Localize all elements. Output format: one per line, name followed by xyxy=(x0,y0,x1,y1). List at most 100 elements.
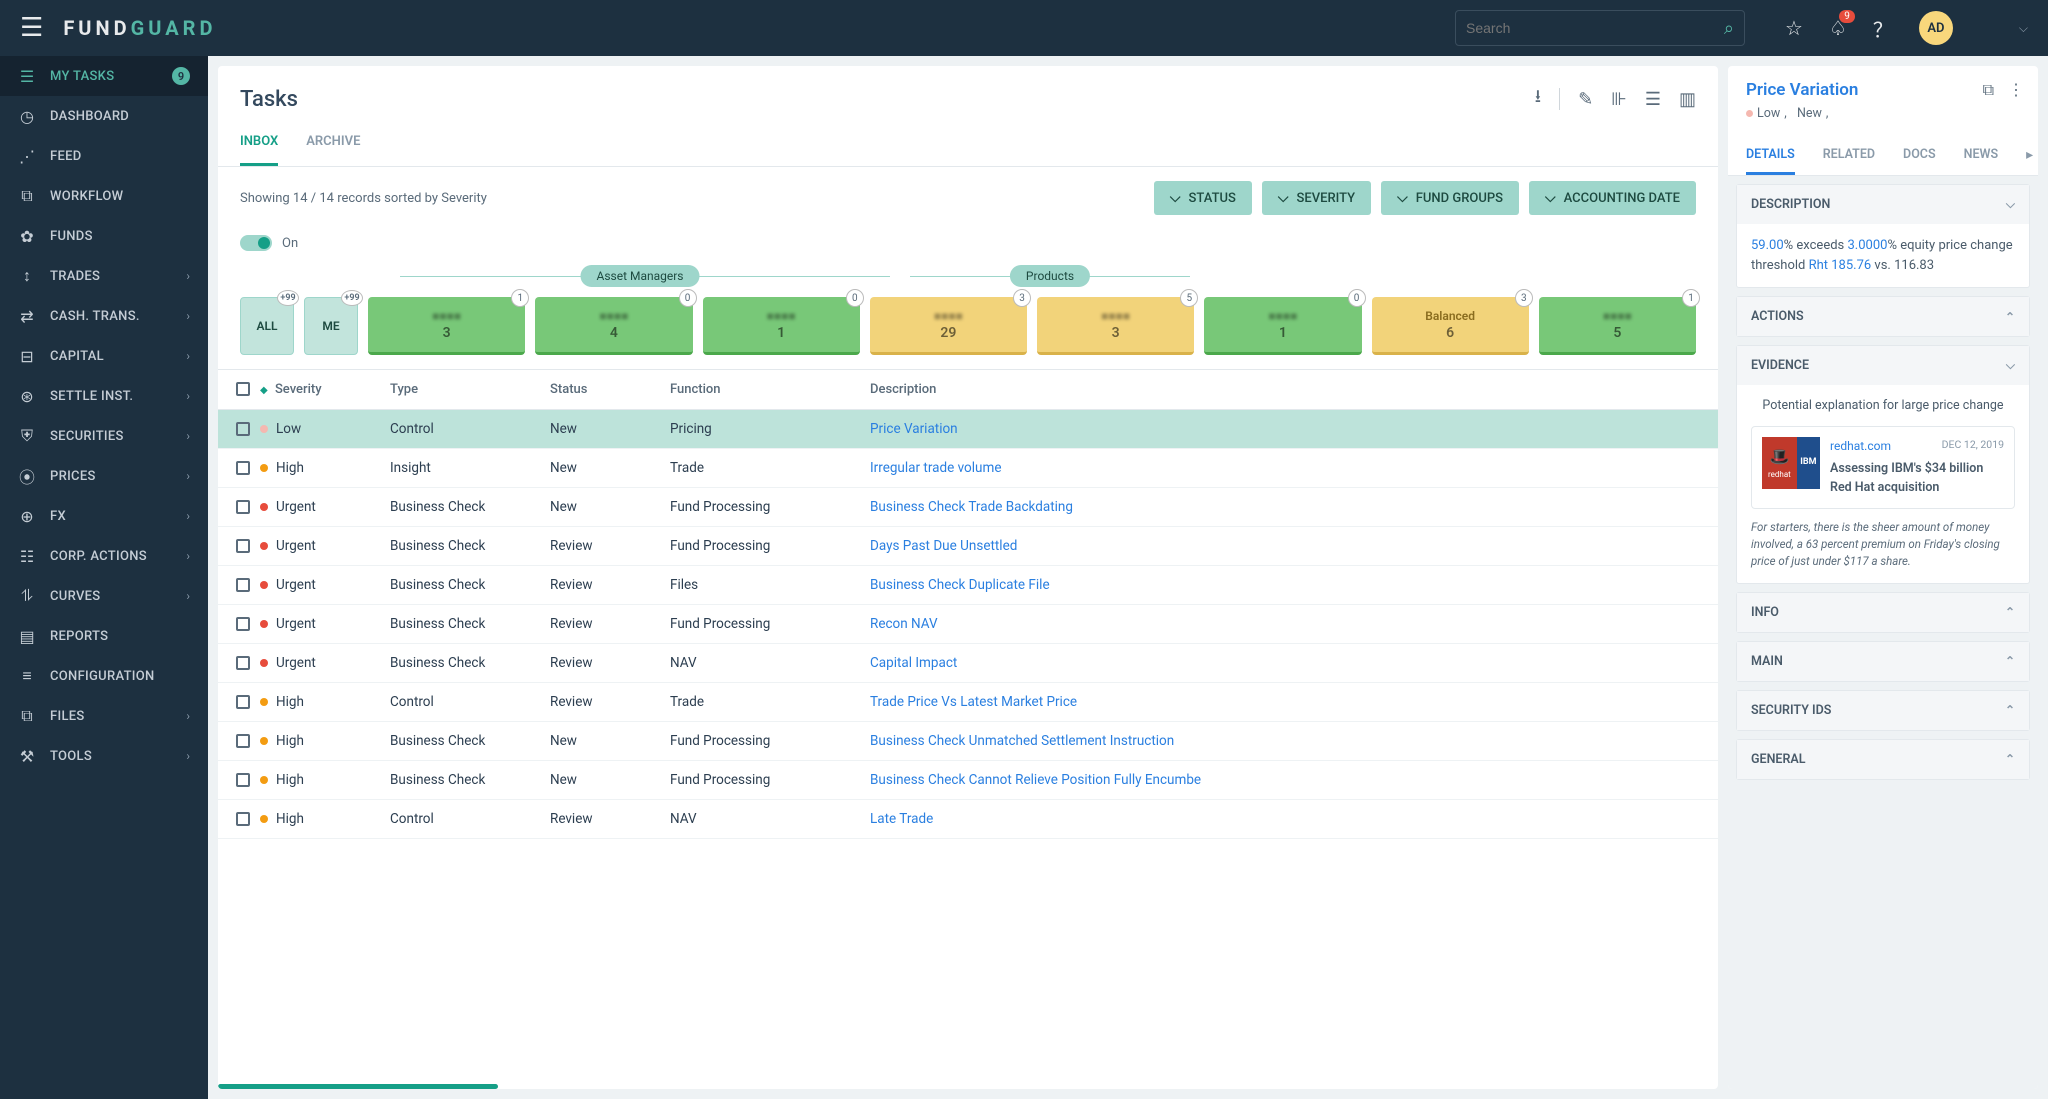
sidebar-item-curves[interactable]: ⥮CURVES› xyxy=(0,576,208,616)
lane-card[interactable]: 3Balanced6 xyxy=(1372,297,1529,355)
evidence-card[interactable]: redhat IBM redhat.com DEC 12, 2019 Asses… xyxy=(1751,426,2015,509)
lane-quick-all[interactable]: ALL+99 xyxy=(240,297,294,355)
sidebar-item-configuration[interactable]: ≡CONFIGURATION xyxy=(0,656,208,696)
cell-description[interactable]: Days Past Due Unsettled xyxy=(870,538,1696,554)
cell-description[interactable]: Late Trade xyxy=(870,811,1696,827)
detail-tab-details[interactable]: DETAILS xyxy=(1746,137,1795,175)
menu-toggle-icon[interactable]: ☰ xyxy=(20,13,43,43)
lane-card[interactable]: 3■■■■29 xyxy=(870,297,1027,355)
tab-archive[interactable]: ARCHIVE xyxy=(306,124,360,166)
sidebar-item-dashboard[interactable]: ◷DASHBOARD xyxy=(0,96,208,136)
sidebar-item-files[interactable]: ⧉FILES› xyxy=(0,696,208,736)
table-row[interactable]: UrgentBusiness CheckReviewFilesBusiness … xyxy=(218,566,1718,605)
profile-dropdown-icon[interactable]: ⌵ xyxy=(2019,21,2028,36)
lane-quick-me[interactable]: ME+99 xyxy=(304,297,358,355)
search-box[interactable]: ⌕ xyxy=(1455,10,1745,46)
sidebar-item-workflow[interactable]: ⧉WORKFLOW xyxy=(0,176,208,216)
sidebar-item-tools[interactable]: ⚒TOOLS› xyxy=(0,736,208,776)
section-header[interactable]: INFO⌃ xyxy=(1737,593,2029,632)
row-checkbox[interactable] xyxy=(236,539,250,553)
filter-status[interactable]: STATUS xyxy=(1154,181,1252,215)
chart-view-icon[interactable]: ⊪ xyxy=(1611,89,1627,110)
table-row[interactable]: UrgentBusiness CheckReviewFund Processin… xyxy=(218,527,1718,566)
download-icon[interactable]: ⭳ xyxy=(1535,84,1541,114)
table-row[interactable]: UrgentBusiness CheckReviewFund Processin… xyxy=(218,605,1718,644)
more-icon[interactable]: ⋮ xyxy=(2008,80,2024,100)
sidebar-item-corp-actions[interactable]: ☷CORP. ACTIONS› xyxy=(0,536,208,576)
sidebar-item-prices[interactable]: ⦿PRICES› xyxy=(0,456,208,496)
cell-description[interactable]: Capital Impact xyxy=(870,655,1696,671)
filter-accounting-date[interactable]: ACCOUNTING DATE xyxy=(1529,181,1696,215)
row-checkbox[interactable] xyxy=(236,578,250,592)
row-checkbox[interactable] xyxy=(236,461,250,475)
filter-fund-groups[interactable]: FUND GROUPS xyxy=(1381,181,1519,215)
cell-description[interactable]: Price Variation xyxy=(870,421,1696,437)
lane-card[interactable]: 0■■■■1 xyxy=(703,297,860,355)
row-checkbox[interactable] xyxy=(236,422,250,436)
help-icon[interactable]: ？ xyxy=(1873,14,1893,43)
lane-card[interactable]: 1■■■■3 xyxy=(368,297,525,355)
detail-tab-more-icon[interactable]: ▸ xyxy=(2026,137,2033,175)
lane-card[interactable]: 5■■■■3 xyxy=(1037,297,1194,355)
edit-icon[interactable]: ✎ xyxy=(1578,89,1593,110)
cell-description[interactable]: Irregular trade volume xyxy=(870,460,1696,476)
search-icon[interactable]: ⌕ xyxy=(1724,18,1734,39)
row-checkbox[interactable] xyxy=(236,812,250,826)
sidebar-item-reports[interactable]: ▤REPORTS xyxy=(0,616,208,656)
cell-description[interactable]: Business Check Unmatched Settlement Inst… xyxy=(870,733,1696,749)
col-status[interactable]: Status xyxy=(550,382,670,397)
avatar[interactable]: AD xyxy=(1919,11,1953,45)
detail-tab-docs[interactable]: DOCS xyxy=(1903,137,1936,175)
sidebar-item-fx[interactable]: ⊕FX› xyxy=(0,496,208,536)
row-checkbox[interactable] xyxy=(236,500,250,514)
row-checkbox[interactable] xyxy=(236,695,250,709)
table-row[interactable]: UrgentBusiness CheckReviewNAVCapital Imp… xyxy=(218,644,1718,683)
table-row[interactable]: HighInsightNewTradeIrregular trade volum… xyxy=(218,449,1718,488)
cell-description[interactable]: Trade Price Vs Latest Market Price xyxy=(870,694,1696,710)
detail-tab-related[interactable]: RELATED xyxy=(1823,137,1875,175)
table-row[interactable]: UrgentBusiness CheckNewFund ProcessingBu… xyxy=(218,488,1718,527)
table-row[interactable]: HighControlReviewTradeTrade Price Vs Lat… xyxy=(218,683,1718,722)
sidebar-item-funds[interactable]: ✿FUNDS xyxy=(0,216,208,256)
table-row[interactable]: HighBusiness CheckNewFund ProcessingBusi… xyxy=(218,722,1718,761)
lane-card[interactable]: 0■■■■1 xyxy=(1204,297,1361,355)
horizontal-scrollbar[interactable] xyxy=(218,1084,498,1089)
sidebar-item-feed[interactable]: ⋰FEED xyxy=(0,136,208,176)
section-header[interactable]: GENERAL⌃ xyxy=(1737,740,2029,779)
section-header[interactable]: SECURITY IDS⌃ xyxy=(1737,691,2029,730)
row-checkbox[interactable] xyxy=(236,617,250,631)
sidebar-item-capital[interactable]: ⊟CAPITAL› xyxy=(0,336,208,376)
cell-description[interactable]: Recon NAV xyxy=(870,616,1696,632)
select-all-checkbox[interactable] xyxy=(236,382,250,396)
lane-card[interactable]: 1■■■■5 xyxy=(1539,297,1696,355)
bell-icon[interactable]: ♤9 xyxy=(1829,16,1847,40)
sidebar-item-trades[interactable]: ↕TRADES› xyxy=(0,256,208,296)
sidebar-item-my-tasks[interactable]: ☰MY TASKS9 xyxy=(0,56,208,96)
filter-severity[interactable]: SEVERITY xyxy=(1262,181,1371,215)
table-row[interactable]: HighBusiness CheckNewFund ProcessingBusi… xyxy=(218,761,1718,800)
view-toggle[interactable] xyxy=(240,235,272,251)
detail-tab-news[interactable]: NEWS xyxy=(1964,137,1999,175)
sidebar-item-securities[interactable]: ⛨SECURITIES› xyxy=(0,416,208,456)
cell-description[interactable]: Business Check Duplicate File xyxy=(870,577,1696,593)
sidebar-item-cash-trans-[interactable]: ⇄CASH. TRANS.› xyxy=(0,296,208,336)
col-function[interactable]: Function xyxy=(670,382,870,397)
row-checkbox[interactable] xyxy=(236,734,250,748)
cell-description[interactable]: Business Check Cannot Relieve Position F… xyxy=(870,772,1696,788)
sidebar-item-settle-inst-[interactable]: ⊛SETTLE INST.› xyxy=(0,376,208,416)
col-type[interactable]: Type xyxy=(390,382,550,397)
cell-description[interactable]: Business Check Trade Backdating xyxy=(870,499,1696,515)
lane-card[interactable]: 0■■■■4 xyxy=(535,297,692,355)
section-header[interactable]: MAIN⌃ xyxy=(1737,642,2029,681)
list-view-icon[interactable]: ☰ xyxy=(1645,89,1661,110)
section-header[interactable]: EVIDENCE⌵ xyxy=(1737,346,2029,385)
star-icon[interactable]: ☆ xyxy=(1785,16,1803,40)
table-row[interactable]: LowControlNewPricingPrice Variation xyxy=(218,410,1718,449)
section-header[interactable]: DESCRIPTION⌵ xyxy=(1737,185,2029,224)
table-row[interactable]: HighControlReviewNAVLate Trade xyxy=(218,800,1718,839)
tab-inbox[interactable]: INBOX xyxy=(240,124,278,166)
column-view-icon[interactable]: ▥ xyxy=(1679,89,1696,110)
search-input[interactable] xyxy=(1466,20,1724,36)
section-header[interactable]: ACTIONS⌃ xyxy=(1737,297,2029,336)
col-description[interactable]: Description xyxy=(870,382,1696,397)
